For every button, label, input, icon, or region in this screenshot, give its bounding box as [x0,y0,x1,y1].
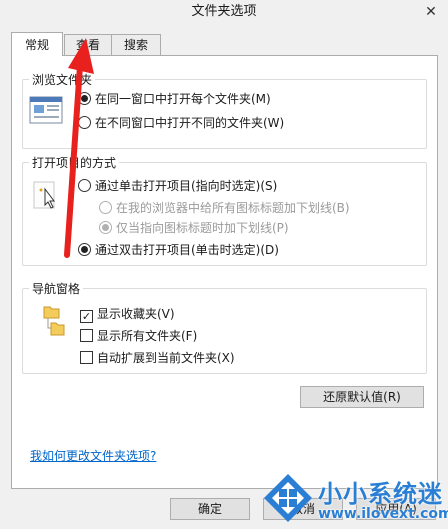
checkbox-auto-expand[interactable] [80,351,93,364]
window-title: 文件夹选项 [191,4,257,19]
navigation-pane-title: 导航窗格 [29,280,84,297]
ok-button[interactable]: 确定 [170,498,250,520]
close-button[interactable]: ✕ [420,3,442,21]
underline-all-option: 在我的浏览器中给所有图标标题加下划线(B) [99,199,350,217]
radio-single-click[interactable] [78,179,91,192]
browse-new-window-option[interactable]: 在不同窗口中打开不同的文件夹(W) [78,114,284,132]
watermark-url: www.ilovext.com [318,506,448,522]
browse-same-window-label: 在同一窗口中打开每个文件夹(M) [95,92,271,106]
browse-window-icon [29,96,63,124]
click-items-title: 打开项目的方式 [29,154,120,171]
radio-underline-hover [99,221,112,234]
tab-view[interactable]: 查看 [64,34,112,55]
show-all-folders-label: 显示所有文件夹(F) [97,329,198,343]
watermark-brand: 小小系统迷 [318,480,443,508]
show-favorites-label: 显示收藏夹(V) [97,307,175,321]
show-favorites-option[interactable]: ✓ 显示收藏夹(V) [80,305,175,323]
auto-expand-option[interactable]: 自动扩展到当前文件夹(X) [80,349,235,367]
watermark-logo-icon [264,474,312,522]
tab-search[interactable]: 搜索 [111,34,161,55]
auto-expand-label: 自动扩展到当前文件夹(X) [97,351,235,365]
double-click-option[interactable]: 通过双击打开项目(单击时选定)(D) [78,241,279,259]
radio-underline-all [99,201,112,214]
underline-all-label: 在我的浏览器中给所有图标标题加下划线(B) [116,201,350,215]
tab-general[interactable]: 常规 [11,32,63,56]
browse-folders-title: 浏览文件夹 [29,71,96,88]
radio-new-window[interactable] [78,116,91,129]
navigation-pane-group: 导航窗格 ✓ 显示收藏夹(V) 显示所有文件夹(F) 自动扩展到当前文件夹(X) [22,280,427,374]
browse-same-window-option[interactable]: 在同一窗口中打开每个文件夹(M) [78,90,271,108]
radio-double-click[interactable] [78,243,91,256]
browse-folders-group: 浏览文件夹 在同一窗口中打开每个文件夹(M) 在不同窗口中打开不同的文件夹(W) [22,71,427,149]
single-click-option[interactable]: 通过单击打开项目(指向时选定)(S) [78,177,277,195]
checkbox-show-favorites[interactable]: ✓ [80,310,93,323]
restore-defaults-button[interactable]: 还原默认值(R) [300,386,424,408]
underline-hover-label: 仅当指向图标标题时加下划线(P) [116,221,289,235]
single-click-label: 通过单击打开项目(指向时选定)(S) [95,179,278,193]
pointer-cursor-icon [33,181,55,209]
double-click-label: 通过双击打开项目(单击时选定)(D) [95,243,279,257]
title-bar: 文件夹选项 ✕ [0,0,448,26]
browse-new-window-label: 在不同窗口中打开不同的文件夹(W) [95,116,285,130]
tab-panel-general: 浏览文件夹 在同一窗口中打开每个文件夹(M) 在不同窗口中打开不同的文件夹(W)… [11,55,438,489]
click-items-group: 打开项目的方式 通过单击打开项目(指向时选定)(S) 在我的浏览器中给所有图标标… [22,154,427,266]
help-link[interactable]: 我如何更改文件夹选项? [30,447,156,464]
radio-same-window[interactable] [78,92,91,105]
checkbox-show-all-folders[interactable] [80,329,93,342]
folder-tree-icon [43,306,65,336]
show-all-folders-option[interactable]: 显示所有文件夹(F) [80,327,197,345]
underline-hover-option: 仅当指向图标标题时加下划线(P) [99,219,289,237]
watermark: 小小系统迷 www.ilovext.com [260,468,448,529]
